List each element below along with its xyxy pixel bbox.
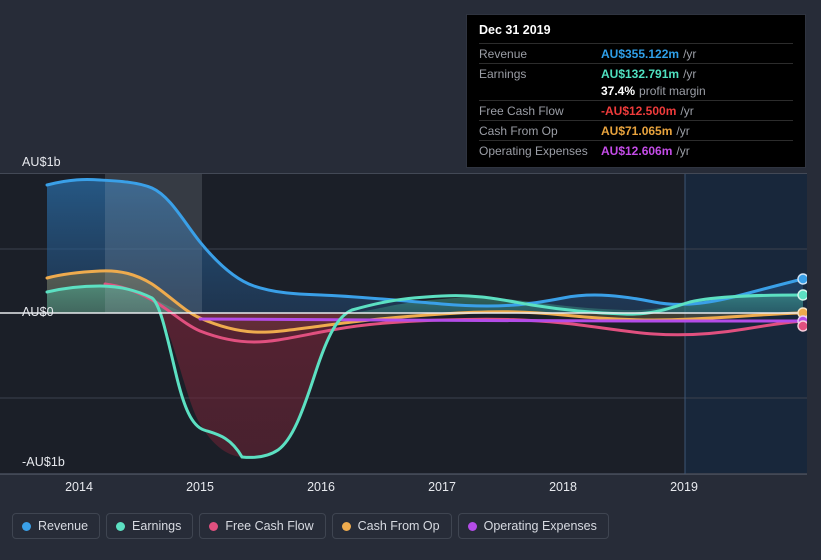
legend-item-cash-from-op[interactable]: Cash From Op — [331, 513, 452, 539]
x-axis-label-2018: 2018 — [549, 480, 577, 494]
tooltip-value-earnings: AU$132.791m — [601, 67, 680, 81]
x-axis-label-2014: 2014 — [65, 480, 93, 494]
x-axis-label-2015: 2015 — [186, 480, 214, 494]
chart-plot-area[interactable] — [0, 173, 807, 475]
tooltip-value-revenue: AU$355.122m — [601, 47, 680, 61]
legend-item-operating-expenses[interactable]: Operating Expenses — [457, 513, 609, 539]
chart-legend: Revenue Earnings Free Cash Flow Cash Fro… — [12, 513, 609, 539]
y-axis-label-top: AU$1b — [22, 155, 61, 169]
tooltip-label-operating-expenses: Operating Expenses — [479, 144, 588, 158]
y-axis-label-zero: AU$0 — [22, 305, 54, 319]
legend-label-revenue: Revenue — [38, 519, 89, 533]
tooltip-label-revenue: Revenue — [479, 47, 528, 61]
x-axis-label-2019: 2019 — [670, 480, 698, 494]
legend-label-free-cash-flow: Free Cash Flow — [225, 519, 314, 533]
legend-dot-revenue-icon — [22, 521, 31, 531]
tooltip-unit-profit-margin: profit margin — [639, 84, 706, 98]
tooltip-row-profit-margin: 37.4% profit margin — [479, 83, 793, 100]
legend-item-earnings[interactable]: Earnings — [106, 513, 194, 539]
tooltip-label-cash-from-op: Cash From Op — [479, 124, 558, 138]
tooltip-row-operating-expenses: Operating Expenses AU$12.606m /yr — [479, 140, 793, 160]
tooltip-unit-earnings: /yr — [683, 67, 697, 81]
tooltip-row-revenue: Revenue AU$355.122m /yr — [479, 43, 793, 63]
legend-item-revenue[interactable]: Revenue — [12, 513, 101, 539]
x-axis-label-2017: 2017 — [428, 480, 456, 494]
legend-label-earnings: Earnings — [132, 519, 182, 533]
tooltip-value-profit-margin: 37.4% — [601, 84, 636, 98]
y-axis-label-bottom: -AU$1b — [22, 455, 65, 469]
highlight-band — [685, 174, 807, 474]
legend-dot-cash-from-op-icon — [341, 521, 351, 531]
tooltip-date: Dec 31 2019 — [479, 23, 551, 37]
chart-tooltip: Dec 31 2019 Revenue AU$355.122m /yr Earn… — [466, 14, 806, 168]
tooltip-row-cash-from-op: Cash From Op AU$71.065m /yr — [479, 120, 793, 140]
tooltip-row-free-cash-flow: Free Cash Flow -AU$12.500m /yr — [479, 100, 793, 120]
legend-dot-free-cash-flow-icon — [209, 521, 219, 531]
tooltip-label-earnings: Earnings — [479, 67, 527, 81]
tooltip-unit-operating-expenses: /yr — [676, 144, 690, 158]
legend-label-operating-expenses: Operating Expenses — [483, 519, 597, 533]
x-axis-label-2016: 2016 — [307, 480, 335, 494]
tooltip-value-operating-expenses: AU$12.606m — [601, 144, 673, 158]
tooltip-value-cash-from-op: AU$71.065m — [601, 124, 673, 138]
financial-performance-chart: AU$1b AU$0 -AU$1b 2014 2015 2016 2017 20… — [0, 0, 821, 560]
historical-overlay — [105, 174, 202, 313]
legend-dot-operating-expenses-icon — [467, 521, 477, 531]
tooltip-label-free-cash-flow: Free Cash Flow — [479, 104, 564, 118]
chart-svg — [0, 174, 807, 474]
legend-label-cash-from-op: Cash From Op — [357, 519, 440, 533]
tooltip-row-earnings: Earnings AU$132.791m /yr — [479, 63, 793, 83]
tooltip-value-free-cash-flow: -AU$12.500m — [601, 104, 677, 118]
legend-item-free-cash-flow[interactable]: Free Cash Flow — [199, 513, 326, 539]
tooltip-unit-revenue: /yr — [683, 47, 697, 61]
tooltip-unit-cash-from-op: /yr — [676, 124, 690, 138]
tooltip-unit-free-cash-flow: /yr — [680, 104, 694, 118]
legend-dot-earnings-icon — [116, 521, 126, 531]
area-earnings-negative — [160, 313, 352, 458]
